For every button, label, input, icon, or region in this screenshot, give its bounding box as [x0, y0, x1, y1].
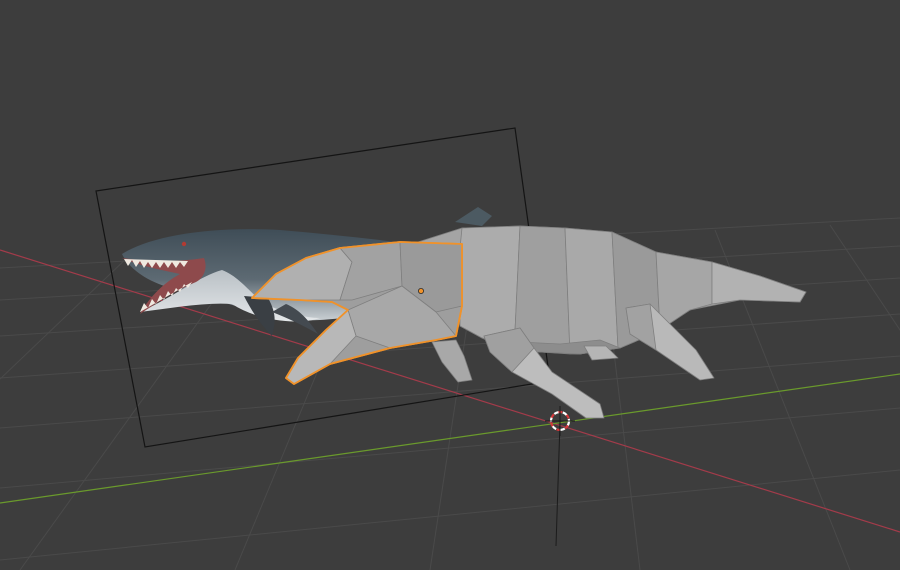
z-axis-line — [555, 421, 561, 547]
3d-viewport[interactable] — [0, 0, 900, 570]
object-origin-dot — [417, 287, 424, 294]
3d-cursor-icon[interactable] — [545, 406, 575, 436]
